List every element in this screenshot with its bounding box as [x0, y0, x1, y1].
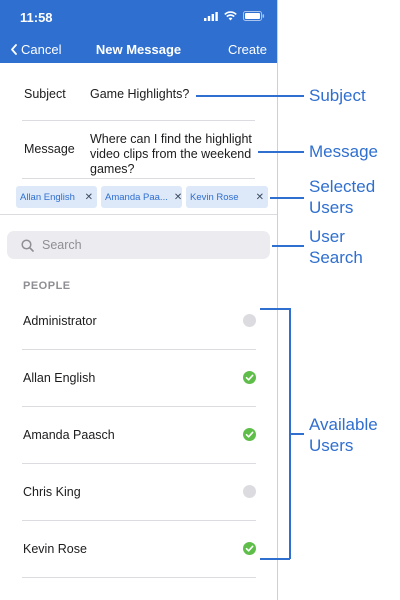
- close-icon[interactable]: ✕: [174, 192, 182, 203]
- close-icon[interactable]: ✕: [256, 192, 264, 203]
- available-users-bracket-bottom: [260, 558, 290, 560]
- subject-row[interactable]: Subject Game Highlights?: [22, 63, 255, 121]
- list-item[interactable]: Chris King: [22, 464, 256, 521]
- battery-icon: [243, 11, 265, 21]
- available-users-bracket-top: [260, 308, 290, 310]
- person-name: Allan English: [23, 371, 96, 385]
- list-item[interactable]: Kevin Rose: [22, 521, 256, 578]
- subject-label: Subject: [24, 87, 66, 101]
- navigation-bar: Cancel New Message Create: [0, 34, 277, 63]
- selected-user-chip[interactable]: Amanda Paa... ✕: [101, 186, 182, 208]
- selected-user-chip[interactable]: Kevin Rose ✕: [186, 186, 268, 208]
- people-list: Administrator Allan English Amanda Paasc…: [22, 293, 256, 578]
- divider: [0, 214, 277, 215]
- signal-icon: [204, 11, 218, 21]
- chip-label: Allan English: [20, 191, 75, 203]
- check-circle-icon[interactable]: [243, 371, 256, 384]
- subject-callout-line: [196, 95, 304, 97]
- status-bar: 11:58: [0, 0, 277, 34]
- top-bar: 11:58 Cancel New Message Create: [0, 0, 277, 63]
- person-name: Administrator: [23, 314, 97, 328]
- search-input[interactable]: Search: [7, 231, 270, 259]
- list-item[interactable]: Allan English: [22, 350, 256, 407]
- person-name: Amanda Paasch: [23, 428, 115, 442]
- empty-circle-icon[interactable]: [243, 314, 256, 327]
- chip-label: Kevin Rose: [190, 191, 239, 203]
- message-label: Message: [24, 142, 75, 156]
- people-section-header: PEOPLE: [23, 280, 71, 292]
- message-row[interactable]: Message Where can I find the highlight v…: [22, 121, 255, 179]
- close-icon[interactable]: ✕: [85, 192, 93, 203]
- empty-circle-icon[interactable]: [243, 485, 256, 498]
- wifi-icon: [224, 11, 237, 21]
- check-circle-icon[interactable]: [243, 428, 256, 441]
- selected-users: Allan English ✕ Amanda Paa... ✕ Kevin Ro…: [16, 186, 268, 208]
- annotation-available-users: Available Users: [309, 415, 378, 455]
- chip-label: Amanda Paa...: [105, 191, 168, 203]
- message-field[interactable]: Where can I find the highlight video cli…: [90, 132, 255, 177]
- status-time: 11:58: [20, 10, 53, 25]
- annotation-message: Message: [309, 142, 378, 161]
- user-search-callout-line: [272, 245, 304, 247]
- create-button[interactable]: Create: [228, 42, 267, 57]
- selected-user-chip[interactable]: Allan English ✕: [16, 186, 97, 208]
- search-icon: [21, 238, 34, 252]
- system-icons: [204, 11, 265, 21]
- message-callout-line: [258, 151, 304, 153]
- person-name: Chris King: [23, 485, 81, 499]
- annotation-subject: Subject: [309, 86, 366, 105]
- search-placeholder: Search: [42, 238, 82, 252]
- available-users-callout-line: [290, 433, 304, 435]
- selected-users-callout-line: [270, 197, 304, 199]
- phone-screen: 11:58 Cancel New Message Create Subject …: [0, 0, 278, 600]
- annotation-user-search: User Search: [309, 227, 363, 267]
- list-item[interactable]: Administrator: [22, 293, 256, 350]
- person-name: Kevin Rose: [23, 542, 87, 556]
- annotation-selected-users: Selected Users: [309, 177, 376, 217]
- check-circle-icon[interactable]: [243, 542, 256, 555]
- list-item[interactable]: Amanda Paasch: [22, 407, 256, 464]
